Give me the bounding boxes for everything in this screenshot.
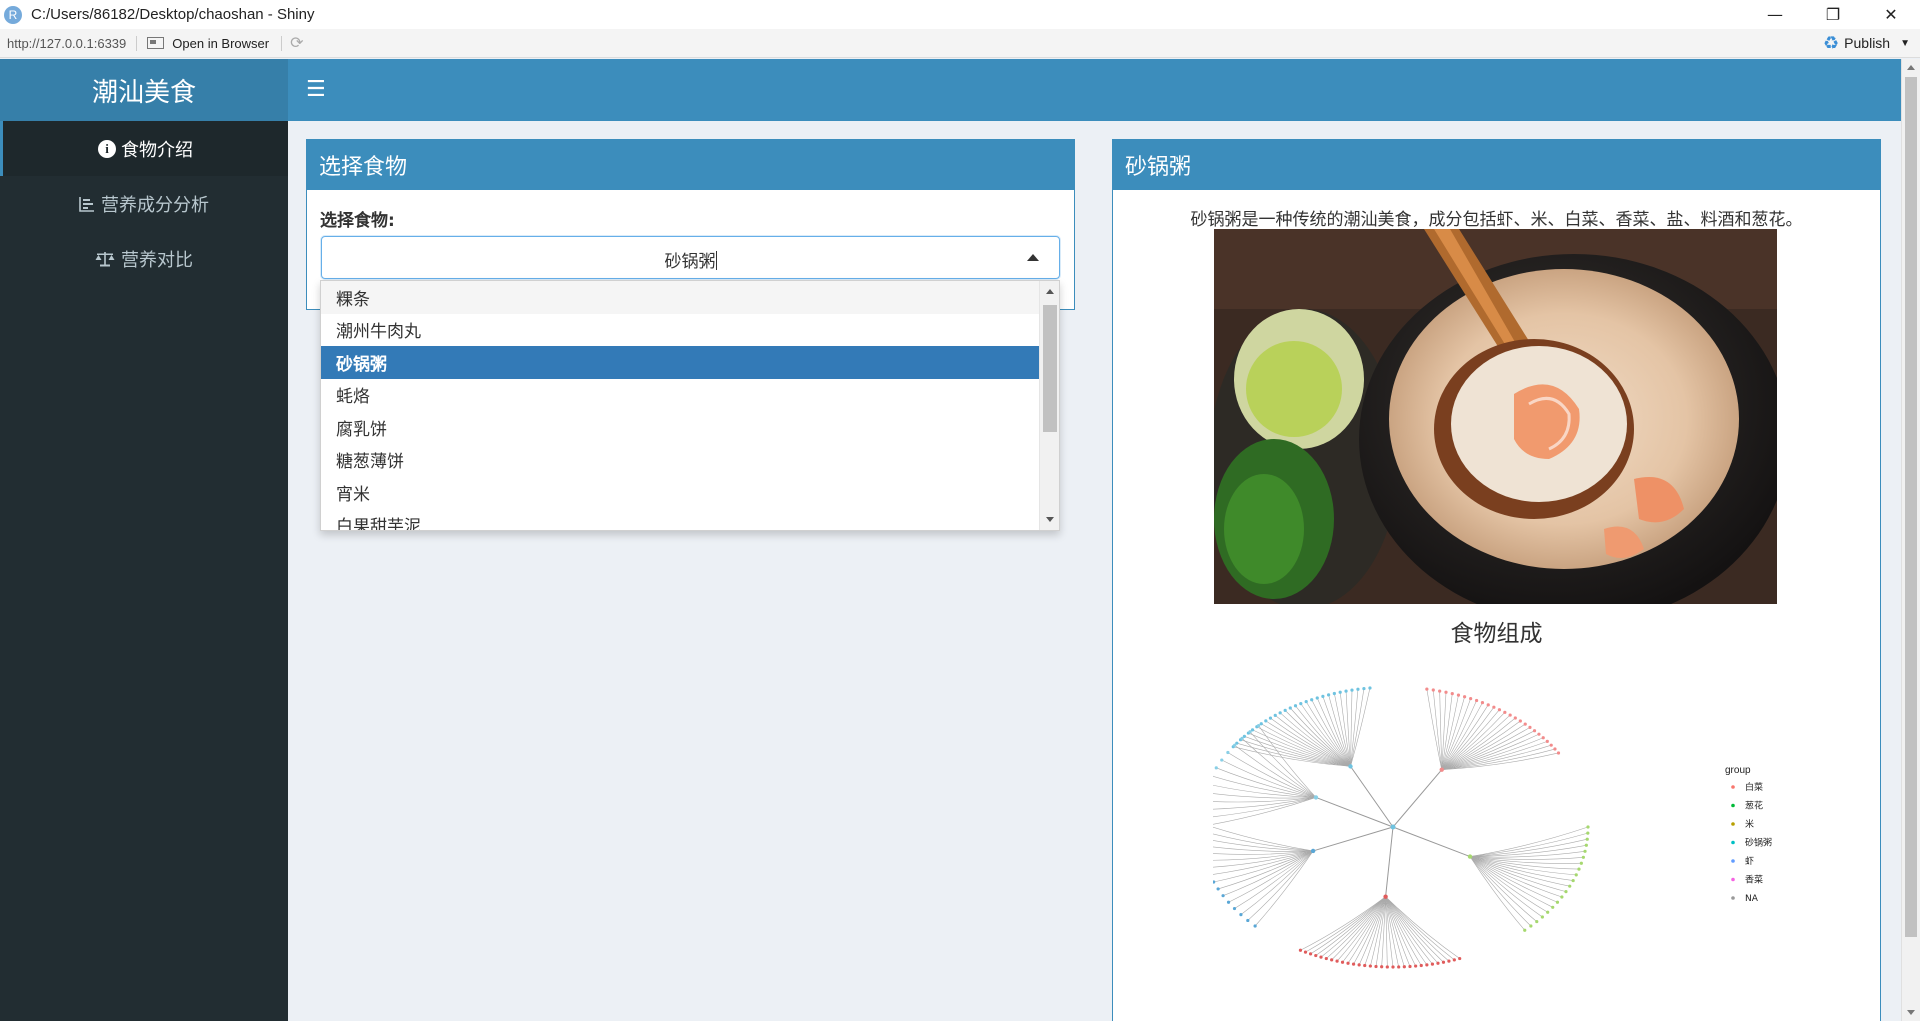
- food-select-value: 砂锅粥: [322, 247, 1059, 272]
- food-photo: [1214, 229, 1777, 604]
- url-text[interactable]: http://127.0.0.1:6339: [7, 35, 138, 51]
- dropdown-option[interactable]: 宵米: [321, 476, 1039, 509]
- scroll-down-arrow-icon[interactable]: [1907, 1010, 1915, 1015]
- legend-swatch: [1731, 822, 1735, 826]
- scroll-thumb[interactable]: [1043, 305, 1057, 432]
- rstudio-app-icon: R: [4, 5, 22, 24]
- legend-label: 虾: [1745, 855, 1754, 867]
- sidebar-item-nutrition-analysis[interactable]: 营养成分分析: [0, 176, 288, 231]
- hamburger-menu-icon[interactable]: ☰: [306, 79, 326, 101]
- balance-scale-icon: [95, 251, 115, 267]
- publish-label: Publish: [1844, 35, 1891, 51]
- publish-button[interactable]: ♻ Publish ▼: [1823, 33, 1910, 54]
- dropdown-option[interactable]: 腐乳饼: [321, 411, 1039, 444]
- bar-chart-icon: [79, 196, 95, 212]
- page-scrollbar[interactable]: [1901, 59, 1920, 1021]
- info-circle-icon: i: [98, 139, 116, 158]
- legend-label: NA: [1745, 894, 1759, 904]
- refresh-icon[interactable]: ⟳: [290, 33, 303, 53]
- minimize-icon[interactable]: —: [1746, 0, 1804, 29]
- publish-icon: ♻: [1823, 32, 1840, 53]
- legend-swatch: [1731, 785, 1735, 789]
- food-composition-network: group 白菜葱花米砂锅粥虾香菜 NA: [1196, 672, 1813, 992]
- dropdown-option[interactable]: 白果甜芋泥: [321, 509, 1039, 530]
- dropdown-scrollbar[interactable]: [1039, 281, 1059, 530]
- open-in-browser-button[interactable]: Open in Browser: [147, 35, 283, 51]
- legend-label: 砂锅粥: [1745, 837, 1772, 849]
- scroll-thumb[interactable]: [1905, 77, 1917, 937]
- legend-swatch: [1731, 803, 1735, 808]
- food-description: 砂锅粥是一种传统的潮汕美食，成分包括虾、米、白菜、香菜、盐、料酒和葱花。: [1190, 210, 1803, 230]
- select-food-label: 选择食物:: [320, 211, 395, 231]
- viewer-toolbar: http://127.0.0.1:6339 Open in Browser ⟳ …: [0, 29, 1920, 58]
- chart-title: 食物组成: [1450, 621, 1543, 647]
- dropdown-option[interactable]: 糖葱薄饼: [321, 444, 1039, 477]
- legend-label: 香菜: [1745, 874, 1763, 886]
- app-logo: 潮汕美食: [0, 59, 288, 121]
- legend-swatch: [1731, 877, 1735, 882]
- dropdown-option[interactable]: 潮州牛肉丸: [321, 314, 1039, 347]
- scroll-up-arrow-icon[interactable]: [1907, 65, 1915, 70]
- legend-swatch: [1731, 840, 1735, 845]
- scroll-down-arrow-icon[interactable]: [1046, 517, 1054, 522]
- network-svg: group 白菜葱花米砂锅粥虾香菜 NA: [1196, 686, 1772, 969]
- sidebar-item-nutrition-compare[interactable]: 营养对比: [0, 231, 288, 286]
- window-titlebar: R C:/Users/86182/Desktop/chaoshan - Shin…: [0, 0, 1920, 29]
- sidebar-item-label: 营养对比: [121, 249, 193, 271]
- dropdown-option[interactable]: 粿条: [321, 281, 1039, 314]
- close-icon[interactable]: ✕: [1862, 0, 1920, 29]
- legend-label: 白菜: [1745, 781, 1763, 793]
- dropdown-option-selected[interactable]: 砂锅粥: [321, 346, 1039, 379]
- food-select-dropdown: 粿条 潮州牛肉丸 砂锅粥 蚝烙 腐乳饼 糖葱薄饼 宵米 白果甜芋泥: [320, 280, 1060, 531]
- restore-icon[interactable]: ❐: [1804, 0, 1862, 29]
- food-detail-box: 砂锅粥 砂锅粥是一种传统的潮汕美食，成分包括虾、米、白菜、香菜、盐、料酒和葱花。: [1112, 139, 1881, 1021]
- window-title: C:/Users/86182/Desktop/chaoshan - Shiny: [31, 6, 315, 23]
- scroll-up-arrow-icon[interactable]: [1046, 289, 1054, 294]
- dropdown-option[interactable]: 蚝烙: [321, 379, 1039, 412]
- sidebar: i 食物介绍 营养成分分析 营养对比: [0, 121, 288, 1021]
- box-title: 选择食物: [307, 140, 1074, 190]
- legend-label: 米: [1745, 818, 1754, 830]
- sidebar-item-label: 营养成分分析: [101, 194, 209, 216]
- food-select-input[interactable]: 砂锅粥: [321, 236, 1060, 279]
- legend-label: 葱花: [1745, 800, 1763, 812]
- legend-title: group: [1725, 765, 1751, 776]
- sidebar-item-food-intro[interactable]: i 食物介绍: [0, 121, 288, 176]
- caret-up-icon[interactable]: [1027, 254, 1039, 261]
- browser-window-icon: [147, 37, 165, 49]
- sidebar-item-label: 食物介绍: [121, 139, 193, 161]
- open-in-browser-label: Open in Browser: [172, 35, 270, 51]
- legend-swatch: [1731, 859, 1735, 863]
- chevron-down-icon: ▼: [1900, 37, 1910, 49]
- window-controls: — ❐ ✕: [1746, 0, 1920, 29]
- box-title: 砂锅粥: [1113, 140, 1880, 190]
- legend-swatch: [1731, 896, 1735, 900]
- top-navbar: ☰: [288, 59, 1901, 121]
